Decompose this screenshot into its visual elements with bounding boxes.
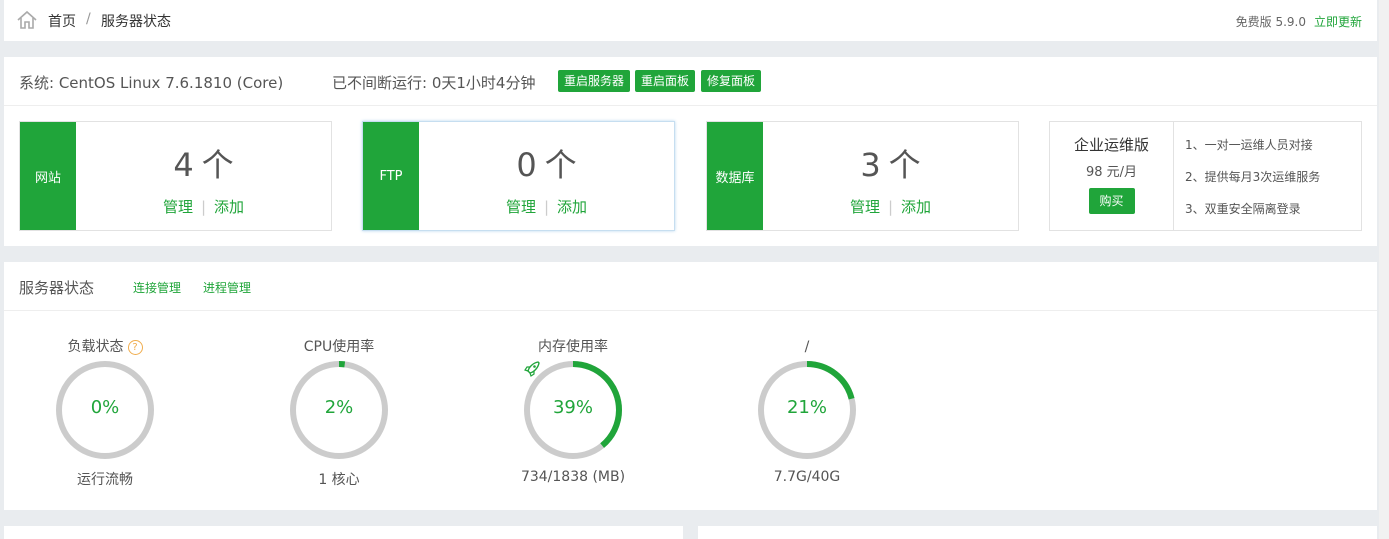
enterprise-price: 98 元/月 xyxy=(1085,165,1138,180)
enterprise-card: 企业运维版 98 元/月 购买 1、一对一运维人员对接 2、提供每月3次运维服务… xyxy=(1049,121,1362,231)
ftp-stat-card: FTP 0个 管理 | 添加 xyxy=(362,121,675,231)
cpu-gauge-sub: 1 核心 xyxy=(318,472,360,488)
system-panel: 系统: CentOS Linux 7.6.1810 (Core) 已不间断运行:… xyxy=(4,57,1377,246)
database-count-value: 3 xyxy=(860,146,881,184)
memory-gauge-sub: 734/1838 (MB) xyxy=(520,469,626,485)
website-links: 管理 | 添加 xyxy=(76,196,331,217)
memory-gauge-value: 39% xyxy=(552,397,593,418)
enterprise-offer: 企业运维版 98 元/月 购买 xyxy=(1050,122,1174,230)
website-count-unit: 个 xyxy=(201,146,234,184)
help-icon[interactable]: ? xyxy=(127,339,143,355)
rocket-icon[interactable] xyxy=(522,359,542,379)
database-add-link[interactable]: 添加 xyxy=(901,198,931,216)
cpu-gauge-value: 2% xyxy=(324,397,354,418)
buy-button[interactable]: 购买 xyxy=(1088,188,1135,214)
breadcrumb-bar: 首页 / 服务器状态 免费版 5.9.0 立即更新 xyxy=(4,0,1377,41)
disk-gauge-value: 21% xyxy=(786,397,827,418)
database-manage-link[interactable]: 管理 xyxy=(850,198,880,216)
disk-gauge-title: / xyxy=(804,339,810,355)
memory-gauge-ring[interactable]: 39% xyxy=(522,359,624,461)
repair-panel-button[interactable]: 修复面板 xyxy=(701,70,762,92)
bottom-panel-right xyxy=(698,526,1377,539)
database-links: 管理 | 添加 xyxy=(763,196,1018,217)
memory-gauge-title: 内存使用率 xyxy=(538,339,608,355)
connection-manage-link[interactable]: 连接管理 xyxy=(133,279,181,296)
divider xyxy=(4,310,1377,311)
disk-gauge: / 21% 7.7G/40G xyxy=(737,337,877,485)
website-tag: 网站 xyxy=(20,122,76,230)
load-gauge-label: 负载状态 xyxy=(67,339,124,355)
load-gauge-ring[interactable]: 0% xyxy=(54,359,156,461)
load-gauge-title: 负载状态? xyxy=(35,337,175,357)
home-icon[interactable] xyxy=(16,10,38,30)
disk-gauge-sub: 7.7G/40G xyxy=(773,469,841,485)
load-gauge-value: 0% xyxy=(90,397,120,418)
database-tag: 数据库 xyxy=(707,122,763,230)
enterprise-feature: 1、一对一运维人员对接 xyxy=(1185,138,1313,152)
server-status-panel: 服务器状态 连接管理 进程管理 负载状态? 0% 运行流畅 CPU使用率 2% … xyxy=(4,262,1377,510)
database-count-unit: 个 xyxy=(888,146,921,184)
process-manage-link[interactable]: 进程管理 xyxy=(203,279,251,296)
cpu-gauge: CPU使用率 2% 1 核心 xyxy=(269,337,409,489)
website-count: 4个 xyxy=(76,140,331,186)
cpu-gauge-ring[interactable]: 2% xyxy=(288,359,390,461)
ftp-manage-link[interactable]: 管理 xyxy=(506,198,536,216)
load-gauge-sub: 运行流畅 xyxy=(77,472,133,488)
link-separator: | xyxy=(200,198,207,216)
bottom-panel-left xyxy=(4,526,683,539)
update-now-link[interactable]: 立即更新 xyxy=(1314,13,1362,30)
cpu-gauge-title: CPU使用率 xyxy=(303,339,375,355)
ftp-count-unit: 个 xyxy=(544,146,577,184)
ftp-count: 0个 xyxy=(419,140,674,186)
memory-gauge: 内存使用率 39% 734/1838 (MB) xyxy=(503,337,643,485)
load-gauge: 负载状态? 0% 运行流畅 xyxy=(35,337,175,489)
ftp-tag: FTP xyxy=(363,122,419,230)
ftp-links: 管理 | 添加 xyxy=(419,196,674,217)
website-stat-card: 网站 4个 管理 | 添加 xyxy=(19,121,332,231)
website-count-value: 4 xyxy=(173,146,194,184)
enterprise-title: 企业运维版 xyxy=(1073,136,1149,154)
restart-panel-button[interactable]: 重启面板 xyxy=(635,70,696,92)
version-label: 免费版 5.9.0 xyxy=(1235,15,1306,29)
breadcrumb-separator: / xyxy=(86,11,91,27)
divider xyxy=(4,105,1377,106)
breadcrumb-home-link[interactable]: 首页 xyxy=(48,11,76,31)
website-manage-link[interactable]: 管理 xyxy=(163,198,193,216)
database-stat-card: 数据库 3个 管理 | 添加 xyxy=(706,121,1019,231)
website-add-link[interactable]: 添加 xyxy=(214,198,244,216)
ftp-add-link[interactable]: 添加 xyxy=(557,198,587,216)
enterprise-feature: 3、双重安全隔离登录 xyxy=(1185,202,1301,216)
enterprise-feature: 2、提供每月3次运维服务 xyxy=(1185,170,1321,184)
disk-gauge-ring[interactable]: 21% xyxy=(756,359,858,461)
restart-server-button[interactable]: 重启服务器 xyxy=(558,70,631,92)
system-uptime-text: 已不间断运行: 0天1小时4分钟 xyxy=(332,74,536,92)
database-count: 3个 xyxy=(763,140,1018,186)
ftp-count-value: 0 xyxy=(516,146,537,184)
server-status-title: 服务器状态 xyxy=(19,279,95,297)
breadcrumb-current: 服务器状态 xyxy=(101,14,171,30)
link-separator: | xyxy=(887,198,894,216)
system-os-text: 系统: CentOS Linux 7.6.1810 (Core) xyxy=(19,74,284,92)
page-scrollbar[interactable] xyxy=(1379,0,1389,539)
link-separator: | xyxy=(543,198,550,216)
